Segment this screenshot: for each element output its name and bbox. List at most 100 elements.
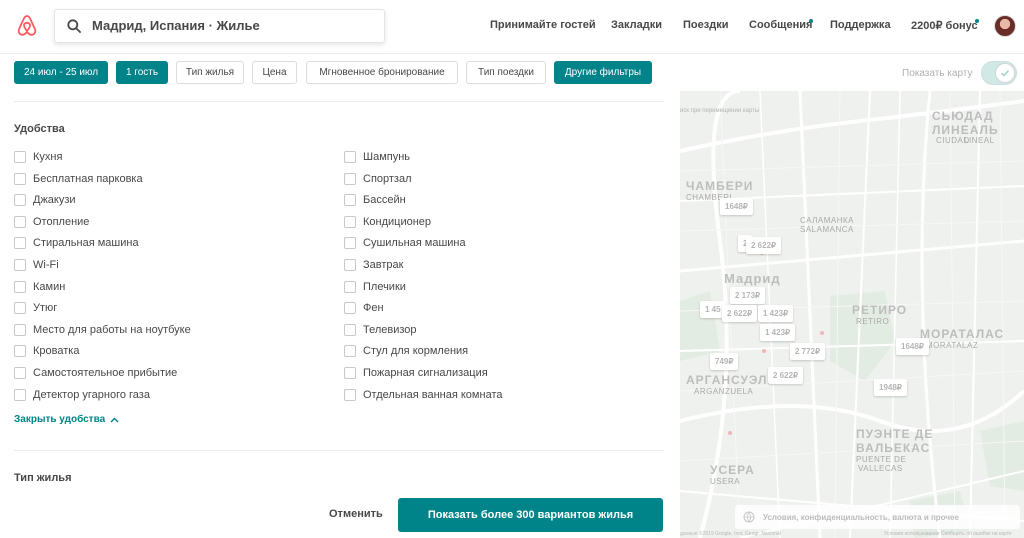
price-marker[interactable]: 1948₽ xyxy=(874,379,907,396)
amenity-label: Сушильная машина xyxy=(363,237,466,250)
price-marker[interactable]: 749₽ xyxy=(710,353,739,370)
nav-host[interactable]: Принимайте гостей xyxy=(490,19,596,31)
checkbox[interactable] xyxy=(14,215,26,228)
amenity-checkbox-row[interactable]: Завтрак xyxy=(344,258,403,272)
checkbox[interactable] xyxy=(14,172,26,185)
amenity-checkbox-row[interactable]: Бассейн xyxy=(344,193,406,207)
amenity-checkbox-row[interactable]: Бесплатная парковка xyxy=(14,172,143,186)
amenity-checkbox-row[interactable]: Спортзал xyxy=(344,172,412,186)
amenity-checkbox-row[interactable]: Место для работы на ноутбуке xyxy=(14,323,191,337)
collapse-amenities-label: Закрыть удобства xyxy=(14,414,106,425)
collapse-amenities-link[interactable]: Закрыть удобства xyxy=(14,414,119,425)
amenity-checkbox-row[interactable]: Самостоятельное прибытие xyxy=(14,366,177,380)
district-label: VALLECAS xyxy=(858,464,903,473)
price-marker[interactable]: 1 423₽ xyxy=(760,324,796,341)
nav-messages[interactable]: Сообщения xyxy=(749,19,812,31)
checkbox[interactable] xyxy=(344,194,356,207)
amenity-checkbox-row[interactable]: Отопление xyxy=(14,215,89,229)
checkbox[interactable] xyxy=(344,172,356,185)
price-marker[interactable]: 2 622₽ xyxy=(722,305,758,322)
amenity-label: Пожарная сигнализация xyxy=(363,367,488,379)
instant-book-filter-button[interactable]: Мгновенное бронирование xyxy=(306,61,458,84)
search-bar[interactable]: Мадрид, Испания · Жилье xyxy=(54,9,385,43)
price-marker[interactable]: 2 622₽ xyxy=(746,237,782,254)
checkbox[interactable] xyxy=(14,388,26,401)
cancel-button[interactable]: Отменить xyxy=(329,508,383,520)
bonus-notification-dot xyxy=(975,19,979,23)
amenity-label: Бесплатная парковка xyxy=(33,172,143,185)
checkbox[interactable] xyxy=(344,323,356,336)
checkbox[interactable] xyxy=(344,237,356,250)
nav-saved[interactable]: Закладки xyxy=(611,19,662,31)
price-marker[interactable]: 1648₽ xyxy=(720,198,753,215)
amenity-label: Кроватка xyxy=(33,345,80,358)
checkbox[interactable] xyxy=(14,237,26,250)
dates-filter-button[interactable]: 24 июл - 25 июл xyxy=(14,61,108,84)
checkbox[interactable] xyxy=(344,215,356,228)
checkbox[interactable] xyxy=(14,259,26,271)
checkbox[interactable] xyxy=(14,367,26,379)
map-footer-link[interactable]: Условия, конфиденциальность, валюта и пр… xyxy=(735,505,1020,529)
checkbox[interactable] xyxy=(344,388,356,401)
show-results-button[interactable]: Показать более 300 вариантов жилья xyxy=(398,498,663,532)
amenity-label: Фен xyxy=(363,302,384,315)
amenity-checkbox-row[interactable]: Фен xyxy=(344,301,384,315)
airbnb-logo-icon[interactable] xyxy=(16,14,38,38)
trip-type-filter-button[interactable]: Тип поездки xyxy=(466,61,546,84)
amenity-label: Шампунь xyxy=(363,151,411,163)
amenity-checkbox-row[interactable]: Стиральная машина xyxy=(14,236,139,250)
checkbox[interactable] xyxy=(344,151,356,163)
amenity-label: Стиральная машина xyxy=(33,237,139,250)
map[interactable]: иск при перемещении карты ЧАМБЕРИ CHAMBE… xyxy=(680,91,1024,538)
checkbox[interactable] xyxy=(344,302,356,315)
amenity-label: Джакузи xyxy=(33,194,76,207)
checkbox[interactable] xyxy=(344,259,356,271)
amenity-checkbox-row[interactable]: Телевизор xyxy=(344,323,417,337)
amenity-checkbox-row[interactable]: Утюг xyxy=(14,301,57,315)
checkbox[interactable] xyxy=(344,367,356,379)
amenity-checkbox-row[interactable]: Шампунь xyxy=(344,150,410,164)
amenity-checkbox-row[interactable]: Детектор угарного газа xyxy=(14,388,150,402)
price-marker[interactable]: 1648₽ xyxy=(896,338,929,355)
amenity-checkbox-row[interactable]: Сушильная машина xyxy=(344,236,466,250)
globe-icon xyxy=(743,511,755,523)
checkbox[interactable] xyxy=(14,345,26,358)
map-report-links[interactable]: Условия использования Сообщить об ошибке… xyxy=(884,531,1012,537)
price-marker[interactable]: 2 772₽ xyxy=(790,343,826,360)
nav-help[interactable]: Поддержка xyxy=(830,19,891,31)
nav-bonus[interactable]: 2200₽ бонус xyxy=(911,19,978,32)
amenity-checkbox-row[interactable]: Стул для кормления xyxy=(344,344,468,358)
price-marker[interactable]: 2 622₽ xyxy=(768,367,804,384)
nav-trips[interactable]: Поездки xyxy=(683,19,728,31)
more-filters-button[interactable]: Другие фильтры xyxy=(554,61,652,84)
avatar[interactable] xyxy=(994,15,1016,37)
checkbox[interactable] xyxy=(344,345,356,358)
guests-filter-button[interactable]: 1 гость xyxy=(116,61,168,84)
amenity-checkbox-row[interactable]: Кондиционер xyxy=(344,215,431,229)
amenity-checkbox-row[interactable]: Кроватка xyxy=(14,344,79,358)
checkbox[interactable] xyxy=(14,151,26,163)
district-label: ВАЛЬЕКАС xyxy=(856,441,931,455)
amenity-label: Спортзал xyxy=(363,172,412,185)
amenity-checkbox-row[interactable]: Отдельная ванная комната xyxy=(344,388,502,402)
price-filter-button[interactable]: Цена xyxy=(252,61,297,84)
checkbox[interactable] xyxy=(14,302,26,315)
amenity-checkbox-row[interactable]: Камин xyxy=(14,280,65,294)
district-label: САЛАМАНКА xyxy=(800,216,854,225)
price-marker[interactable]: 1 423₽ xyxy=(758,305,794,322)
amenity-checkbox-row[interactable]: Кухня xyxy=(14,150,62,164)
checkbox[interactable] xyxy=(14,194,26,207)
checkbox[interactable] xyxy=(14,323,26,336)
home-type-filter-button[interactable]: Тип жилья xyxy=(176,61,244,84)
show-map-toggle[interactable] xyxy=(981,61,1017,85)
amenity-checkbox-row[interactable]: Джакузи xyxy=(14,193,76,207)
search-as-move-label: иск при перемещении карты xyxy=(680,108,760,114)
amenity-label: Место для работы на ноутбуке xyxy=(33,323,191,336)
amenity-label: Wi-Fi xyxy=(33,259,59,271)
amenity-checkbox-row[interactable]: Плечики xyxy=(344,280,406,294)
amenity-checkbox-row[interactable]: Пожарная сигнализация xyxy=(344,366,488,380)
amenity-checkbox-row[interactable]: Wi-Fi xyxy=(14,258,59,272)
price-marker[interactable]: 2 173₽ xyxy=(730,287,766,304)
checkbox[interactable] xyxy=(14,280,26,293)
checkbox[interactable] xyxy=(344,280,356,293)
